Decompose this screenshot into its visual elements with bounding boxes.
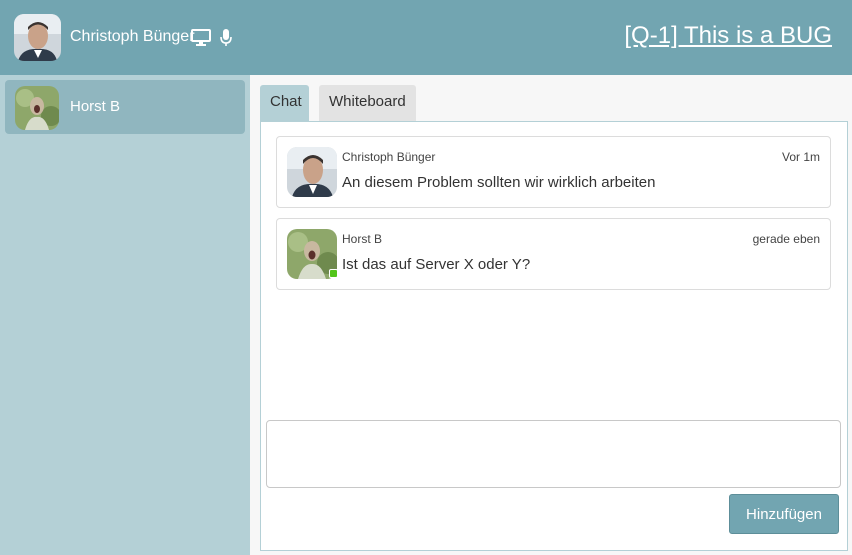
message-author: Christoph Bünger [342, 150, 436, 164]
issue-title-link[interactable]: [Q-1] This is a BUG [624, 22, 832, 50]
app-header: Christoph Bünger [Q-1] This is a BUG [0, 0, 852, 75]
participant-avatar [15, 86, 59, 130]
monitor-icon[interactable] [191, 29, 211, 51]
microphone-icon[interactable] [220, 29, 232, 52]
message-input[interactable] [266, 420, 841, 488]
message-text: An diesem Problem sollten wir wirklich a… [342, 174, 656, 191]
tab-chat[interactable]: Chat [260, 85, 309, 121]
chat-message: Christoph Bünger Vor 1m An diesem Proble… [276, 136, 831, 208]
participant-item[interactable]: Horst B [5, 80, 245, 134]
message-timestamp: gerade eben [752, 232, 820, 246]
online-status-indicator [329, 269, 338, 278]
chat-message: Horst B gerade eben Ist das auf Server X… [276, 218, 831, 290]
current-user-avatar[interactable] [14, 14, 61, 61]
main-panel: Chat Whiteboard Christoph Bünger Vor 1m … [250, 75, 852, 555]
message-author: Horst B [342, 232, 383, 246]
message-timestamp: Vor 1m [781, 150, 820, 164]
tab-whiteboard[interactable]: Whiteboard [319, 85, 416, 121]
message-author-avatar [287, 147, 337, 197]
participant-name: Horst B [70, 98, 121, 115]
chat-panel: Christoph Bünger Vor 1m An diesem Proble… [260, 121, 848, 551]
add-message-button[interactable]: Hinzufügen [729, 494, 839, 534]
message-text: Ist das auf Server X oder Y? [342, 256, 531, 273]
current-user-name: Christoph Bünger [70, 28, 195, 45]
participants-sidebar: Horst B [0, 75, 250, 555]
